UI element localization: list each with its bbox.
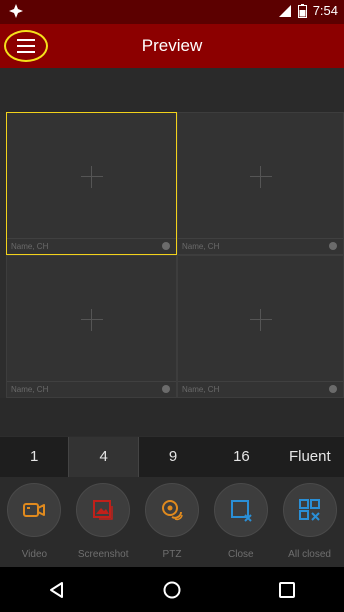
toolbar: Video Screenshot PTZ Close All closed <box>0 477 344 567</box>
all-closed-icon <box>298 499 320 521</box>
screenshot-label: Screenshot <box>77 549 129 560</box>
cell-label: Name, CH <box>178 238 343 254</box>
system-nav-bar <box>0 567 344 612</box>
add-channel-icon <box>249 165 272 188</box>
video-button[interactable]: Video <box>0 477 69 567</box>
status-dot-icon <box>162 242 170 250</box>
tab-split-4[interactable]: 4 <box>68 437 139 477</box>
back-button[interactable] <box>32 570 82 610</box>
ptz-button-circle <box>144 483 199 537</box>
tab-fluent[interactable]: Fluent <box>276 437 344 477</box>
app-notification-icon <box>9 4 23 18</box>
back-icon <box>50 581 64 598</box>
preview-grid: Name, CH Name, CH Name, CH Name, CH <box>6 112 344 398</box>
battery-icon <box>297 3 307 18</box>
preview-cell-1[interactable]: Name, CH <box>6 112 177 255</box>
ptz-label: PTZ <box>162 549 182 560</box>
close-button[interactable]: Close <box>206 477 275 567</box>
page-title: Preview <box>141 36 203 55</box>
preview-cell-3[interactable]: Name, CH <box>6 255 177 398</box>
close-window-icon <box>230 500 252 522</box>
status-dot-icon <box>329 385 337 393</box>
ptz-button[interactable]: PTZ <box>138 477 207 567</box>
video-label: Video <box>21 549 48 560</box>
title-bar: Preview <box>0 24 344 68</box>
status-bar: 7:54 <box>0 0 344 24</box>
recents-button[interactable] <box>262 570 312 610</box>
all-closed-button-circle <box>282 483 337 537</box>
screenshot-icon <box>93 500 113 520</box>
status-right: 7:54 <box>278 3 338 18</box>
all-closed-button[interactable]: All closed <box>275 477 344 567</box>
video-icon <box>23 503 46 517</box>
cell-label: Name, CH <box>7 238 176 254</box>
home-button[interactable] <box>147 570 197 610</box>
all-closed-label: All closed <box>288 549 331 560</box>
split-mode-tabs: 1 4 9 16 Fluent <box>0 437 344 477</box>
cell-label: Name, CH <box>7 381 176 397</box>
signal-icon <box>278 4 291 17</box>
preview-cell-4[interactable]: Name, CH <box>177 255 344 398</box>
status-dot-icon <box>162 385 170 393</box>
screenshot-button[interactable]: Screenshot <box>69 477 138 567</box>
status-dot-icon <box>329 242 337 250</box>
close-button-circle <box>213 483 268 537</box>
tab-split-9[interactable]: 9 <box>139 437 207 477</box>
close-label: Close <box>228 549 254 560</box>
cell-label: Name, CH <box>178 381 343 397</box>
clock: 7:54 <box>312 3 338 18</box>
screenshot-button-circle <box>76 483 131 537</box>
recents-icon <box>278 581 295 598</box>
top-spacer <box>0 68 344 112</box>
video-button-circle <box>7 483 62 537</box>
tab-split-16[interactable]: 16 <box>207 437 275 477</box>
tab-split-1[interactable]: 1 <box>0 437 68 477</box>
add-channel-icon <box>80 308 103 331</box>
add-channel-icon <box>249 308 272 331</box>
bottom-spacer <box>0 398 344 436</box>
preview-cell-2[interactable]: Name, CH <box>177 112 344 255</box>
add-channel-icon <box>80 165 103 188</box>
ptz-icon <box>161 500 183 521</box>
home-icon <box>163 581 181 598</box>
screen: 7:54 Preview Name, CH Name, CH Name, CH <box>0 0 344 612</box>
